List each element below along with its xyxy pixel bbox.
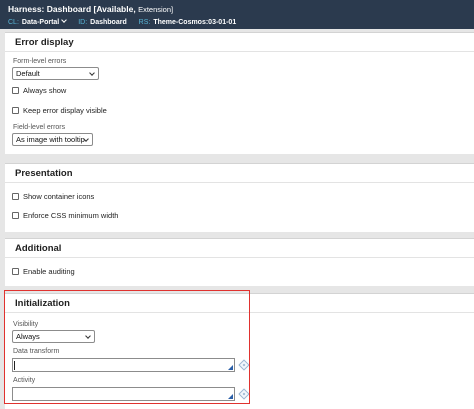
visibility-label: Visibility [13,321,39,328]
data-transform-label: Data transform [13,348,60,355]
presentation-title: Presentation [5,164,474,183]
always-show-label: Always show [23,86,67,95]
lookup-icon[interactable] [238,388,250,400]
checkbox-box[interactable] [12,268,19,275]
field-level-errors-select[interactable]: As image with tooltip [12,133,93,146]
enforce-css-checkbox[interactable]: Enforce CSS minimum width [12,211,118,220]
id-key: ID: [78,19,88,26]
error-display-title: Error display [5,33,474,52]
show-container-icons-checkbox[interactable]: Show container icons [12,192,94,201]
form-level-errors-label: Form-level errors [13,58,67,65]
harness-title: Harness: Dashboard [Available, Extension… [8,3,466,16]
visibility-value: Always [16,332,40,341]
cl-value[interactable]: Data-Portal [21,17,68,26]
error-display-section: Error display Form-level errors Default … [5,32,474,154]
cl-value-text: Data-Portal [21,19,60,26]
presentation-section: Presentation Show container icons Enforc… [5,163,474,232]
checkbox-box[interactable] [12,193,19,200]
chevron-down-icon [61,17,68,23]
harness-header: Harness: Dashboard [Available, Extension… [0,0,474,29]
visibility-select[interactable]: Always [12,330,95,343]
autocomplete-corner-icon [228,365,233,370]
enforce-css-label: Enforce CSS minimum width [23,211,119,220]
rs-value: Theme-Cosmos:03-01-01 [153,19,237,26]
text-cursor [14,361,15,370]
enable-auditing-label: Enable auditing [23,267,75,276]
activity-input[interactable] [12,387,235,401]
harness-meta: CL: Data-Portal ID: Dashboard RS: Theme-Cos… [8,17,466,28]
checkbox-box[interactable] [12,212,19,219]
additional-section: Additional Enable auditing [5,238,474,286]
form-level-errors-select[interactable]: Default [12,67,99,80]
form-level-errors-value: Default [16,69,40,78]
checkbox-box[interactable] [12,87,19,94]
chevron-down-icon [89,70,95,76]
additional-title: Additional [5,239,474,258]
keep-visible-checkbox[interactable]: Keep error display visible [12,106,107,115]
autocomplete-corner-icon [228,394,233,399]
field-level-errors-label: Field-level errors [13,124,66,131]
chevron-down-icon [85,333,91,339]
keep-visible-label: Keep error display visible [23,106,107,115]
field-level-errors-value: As image with tooltip [16,135,85,144]
harness-title-suffix: Extension] [138,5,174,14]
checkbox-box[interactable] [12,107,19,114]
activity-label: Activity [13,377,36,384]
data-transform-input[interactable] [12,358,235,372]
initialization-title: Initialization [5,294,474,313]
rs-key: RS: [138,19,151,26]
harness-title-text: Harness: Dashboard [Available, [8,4,136,14]
always-show-checkbox[interactable]: Always show [12,86,66,95]
show-container-icons-label: Show container icons [23,192,95,201]
initialization-section: Initialization Visibility Always Data tr… [5,293,474,409]
enable-auditing-checkbox[interactable]: Enable auditing [12,267,75,276]
cl-key: CL: [8,19,19,26]
lookup-icon[interactable] [238,359,250,371]
id-value: Dashboard [90,19,127,26]
